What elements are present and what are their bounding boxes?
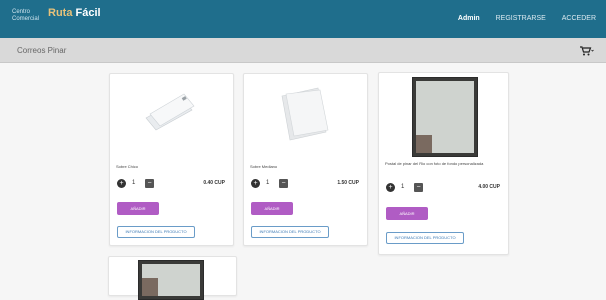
product-price: 0.40 CUP — [203, 180, 225, 186]
product-card: Sobre Chico + 1 − 0.40 CUP AÑADIR INFORM… — [109, 73, 234, 246]
quantity-stepper[interactable]: + 1 − — [251, 179, 301, 189]
photo-building — [416, 135, 432, 153]
quantity-stepper[interactable]: + 1 − — [117, 179, 167, 189]
product-card: Postal de pinar del Rio con foto de fond… — [378, 72, 509, 255]
store-bar: Correos Pinar — [0, 38, 606, 63]
product-image — [138, 260, 204, 300]
add-to-cart-button[interactable]: AÑADIR — [386, 207, 428, 220]
minus-icon[interactable]: − — [279, 179, 288, 188]
plus-icon[interactable]: + — [117, 179, 126, 188]
photo-building — [142, 278, 158, 296]
quantity-value: 1 — [266, 180, 270, 186]
minus-icon[interactable]: − — [145, 179, 154, 188]
brand-highlight: Ruta — [48, 7, 73, 19]
store-title[interactable]: Correos Pinar — [17, 46, 66, 55]
top-navbar: Centro Comercial Ruta Fácil Admin REGIST… — [0, 0, 606, 38]
product-name: Sobre Chico — [116, 164, 139, 169]
product-price: 4.00 CUP — [478, 184, 500, 190]
product-details-button[interactable]: INFORMACION DEL PRODUCTO — [117, 226, 195, 238]
product-image — [281, 87, 329, 141]
user-menu[interactable]: Admin — [458, 15, 480, 22]
quantity-stepper[interactable]: + 1 − — [386, 183, 436, 193]
minus-icon[interactable]: − — [414, 183, 423, 192]
quantity-value: 1 — [401, 184, 405, 190]
brand-line-1: Centro — [12, 9, 31, 15]
product-card: Sobre Mediano + 1 − 1.50 CUP AÑADIR INFO… — [243, 73, 368, 246]
cart-icon[interactable] — [580, 46, 594, 56]
product-image — [145, 93, 195, 131]
product-name: Sobre Mediano — [250, 164, 278, 169]
plus-icon[interactable]: + — [251, 179, 260, 188]
product-image — [412, 77, 478, 157]
product-price: 1.50 CUP — [337, 180, 359, 186]
add-to-cart-button[interactable]: AÑADIR — [117, 202, 159, 215]
brand-logo[interactable]: Centro Comercial Ruta Fácil — [12, 8, 101, 23]
register-link[interactable]: REGISTRARSE — [496, 15, 546, 22]
product-card — [108, 256, 237, 300]
login-link[interactable]: ACCEDER — [562, 15, 596, 22]
brand-line-2: Comercial — [12, 16, 40, 22]
product-name: Postal de pinar del Rio con foto de fond… — [385, 161, 484, 166]
product-details-button[interactable]: INFORMACION DEL PRODUCTO — [386, 232, 464, 244]
brand-bold: Fácil — [75, 7, 101, 19]
top-nav-links: Admin REGISTRARSE ACCEDER — [444, 15, 596, 22]
plus-icon[interactable]: + — [386, 183, 395, 192]
quantity-value: 1 — [132, 180, 136, 186]
product-details-button[interactable]: INFORMACION DEL PRODUCTO — [251, 226, 329, 238]
add-to-cart-button[interactable]: AÑADIR — [251, 202, 293, 215]
brand-name: Ruta Fácil — [48, 7, 101, 19]
